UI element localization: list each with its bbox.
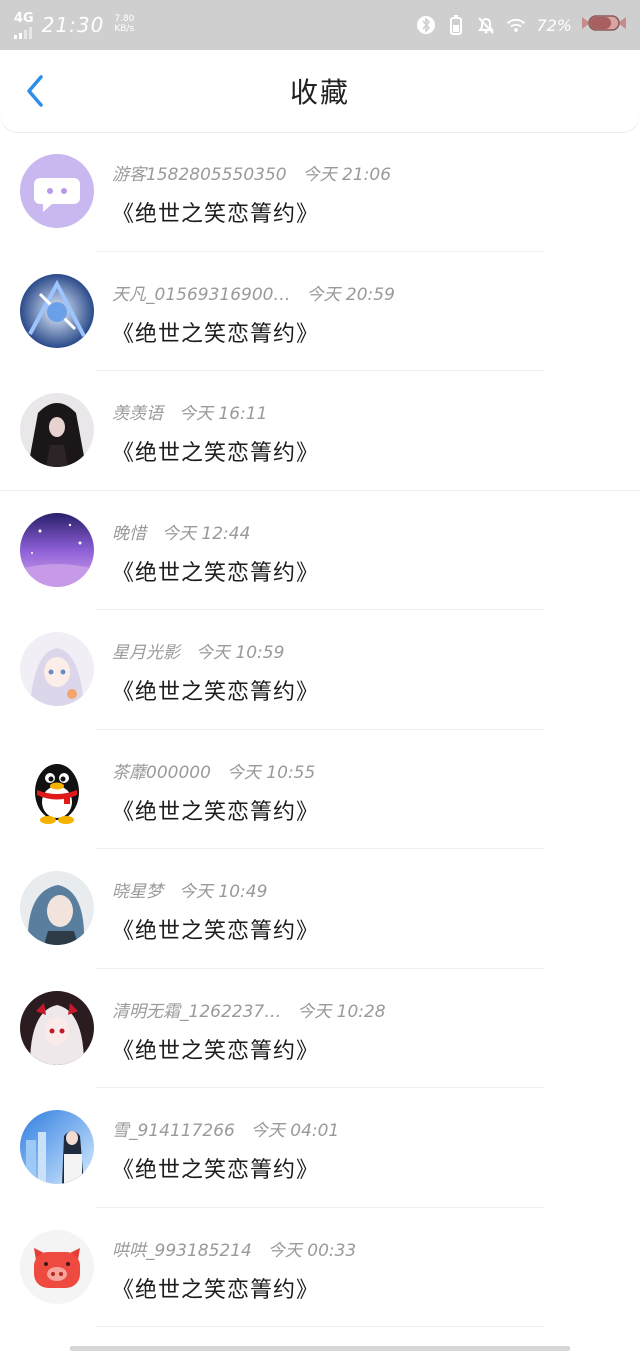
timestamp: 今天 12:44	[162, 523, 251, 544]
battery-percent: 72%	[536, 15, 572, 35]
item-meta: 茶蘼000000 今天 10:55	[112, 758, 315, 783]
timestamp: 今天 10:55	[226, 762, 316, 783]
timestamp: 今天 10:49	[179, 882, 268, 902]
item-meta: 清明无霜_1262237… 今天 10:28	[112, 997, 386, 1022]
page-title: 收藏	[289, 76, 350, 109]
timestamp: 今天 10:28	[297, 1001, 386, 1022]
signal-icon	[14, 26, 32, 39]
user-name[interactable]: 晓星梦	[112, 877, 163, 902]
user-name[interactable]: 雪_914117266	[112, 1116, 235, 1141]
favorited-title[interactable]: 《绝世之笑恋箐约》	[112, 913, 319, 945]
status-bar: 4G 21:30 7.80 KB/s 72%	[0, 0, 640, 50]
timestamp: 今天 20:59	[306, 284, 395, 305]
network-type: 4G	[14, 10, 34, 26]
list-item[interactable]: 星月光影 今天 10:59 《绝世之笑恋箐约》	[0, 610, 640, 730]
list-item[interactable]: 雪_914117266 今天 04:01 《绝世之笑恋箐约》	[0, 1088, 640, 1208]
user-name[interactable]: 游客1582805550350	[112, 160, 287, 185]
item-meta: 天凡_01569316900… 今天 20:59	[112, 280, 395, 305]
list-item[interactable]: 天凡_01569316900… 今天 20:59 《绝世之笑恋箐约》	[0, 252, 640, 371]
user-name[interactable]: 哄哄_993185214	[112, 1236, 252, 1261]
user-name[interactable]: 晚惜	[112, 519, 146, 544]
user-name[interactable]: 星月光影	[112, 638, 180, 663]
bell-off-icon	[476, 15, 496, 35]
favorited-title[interactable]: 《绝世之笑恋箐约》	[112, 674, 319, 706]
wifi-icon	[506, 15, 526, 35]
battery-small-icon	[446, 15, 466, 35]
timestamp: 今天 10:59	[196, 643, 285, 663]
timestamp: 今天 04:01	[250, 1121, 340, 1141]
avatar[interactable]	[20, 990, 94, 1065]
bluetooth-icon	[416, 15, 436, 35]
item-meta: 星月光影 今天 10:59	[112, 638, 284, 663]
item-meta: 哄哄_993185214 今天 00:33	[112, 1236, 356, 1261]
avatar[interactable]	[20, 632, 94, 706]
candy-battery-icon	[582, 13, 626, 37]
user-name[interactable]: 清明无霜_1262237…	[112, 997, 281, 1022]
speed-unit: KB/s	[114, 24, 135, 34]
chevron-left-icon	[27, 75, 43, 107]
item-meta: 晚惜 今天 12:44	[112, 519, 250, 544]
timestamp: 今天 00:33	[267, 1240, 357, 1261]
user-name[interactable]: 茶蘼000000	[112, 758, 211, 783]
network-speed: 7.80 KB/s	[114, 14, 135, 35]
list-item[interactable]: 游客1582805550350 今天 21:06 《绝世之笑恋箐约》	[0, 132, 640, 252]
favorited-title[interactable]: 《绝世之笑恋箐约》	[112, 1033, 319, 1065]
avatar[interactable]	[20, 393, 94, 467]
list-item[interactable]: 晓星梦 今天 10:49 《绝世之笑恋箐约》	[0, 849, 640, 969]
avatar[interactable]	[20, 1229, 94, 1304]
next-item-peek	[70, 1346, 570, 1351]
list-item[interactable]: 羡羡语 今天 16:11 《绝世之笑恋箐约》	[0, 371, 640, 491]
timestamp: 今天 21:06	[302, 165, 392, 185]
timestamp: 今天 16:11	[179, 404, 268, 424]
list-item[interactable]: 茶蘼000000 今天 10:55 《绝世之笑恋箐约》	[0, 730, 640, 849]
avatar[interactable]	[20, 512, 94, 587]
favorited-title[interactable]: 《绝世之笑恋箐约》	[112, 1152, 319, 1184]
list-item[interactable]: 哄哄_993185214 今天 00:33 《绝世之笑恋箐约》	[0, 1208, 640, 1327]
avatar[interactable]	[20, 1110, 94, 1184]
user-name[interactable]: 羡羡语	[112, 399, 163, 424]
favorited-title[interactable]: 《绝世之笑恋箐约》	[112, 435, 319, 467]
status-time: 21:30	[41, 13, 105, 37]
favorited-title[interactable]: 《绝世之笑恋箐约》	[112, 1272, 319, 1304]
favorited-title[interactable]: 《绝世之笑恋箐约》	[112, 196, 319, 228]
favorites-list: 游客1582805550350 今天 21:06 《绝世之笑恋箐约》 天凡_01569…	[0, 132, 640, 1327]
top-nav-bar: 收藏	[0, 50, 640, 132]
avatar[interactable]	[20, 273, 94, 348]
favorited-title[interactable]: 《绝世之笑恋箐约》	[112, 794, 319, 826]
favorited-title[interactable]: 《绝世之笑恋箐约》	[112, 316, 319, 348]
item-meta: 羡羡语 今天 16:11	[112, 399, 267, 424]
favorited-title[interactable]: 《绝世之笑恋箐约》	[112, 555, 319, 587]
user-name[interactable]: 天凡_01569316900…	[112, 280, 290, 305]
avatar[interactable]	[20, 154, 94, 228]
signal-indicator: 4G	[14, 12, 34, 39]
item-meta: 雪_914117266 今天 04:01	[112, 1116, 339, 1141]
list-item[interactable]: 清明无霜_1262237… 今天 10:28 《绝世之笑恋箐约》	[0, 969, 640, 1088]
avatar[interactable]	[20, 751, 94, 826]
avatar[interactable]	[20, 871, 94, 945]
item-meta: 游客1582805550350 今天 21:06	[112, 160, 391, 185]
back-button[interactable]	[18, 74, 52, 108]
item-meta: 晓星梦 今天 10:49	[112, 877, 267, 902]
list-item[interactable]: 晚惜 今天 12:44 《绝世之笑恋箐约》	[0, 491, 640, 610]
divider	[96, 1326, 544, 1327]
